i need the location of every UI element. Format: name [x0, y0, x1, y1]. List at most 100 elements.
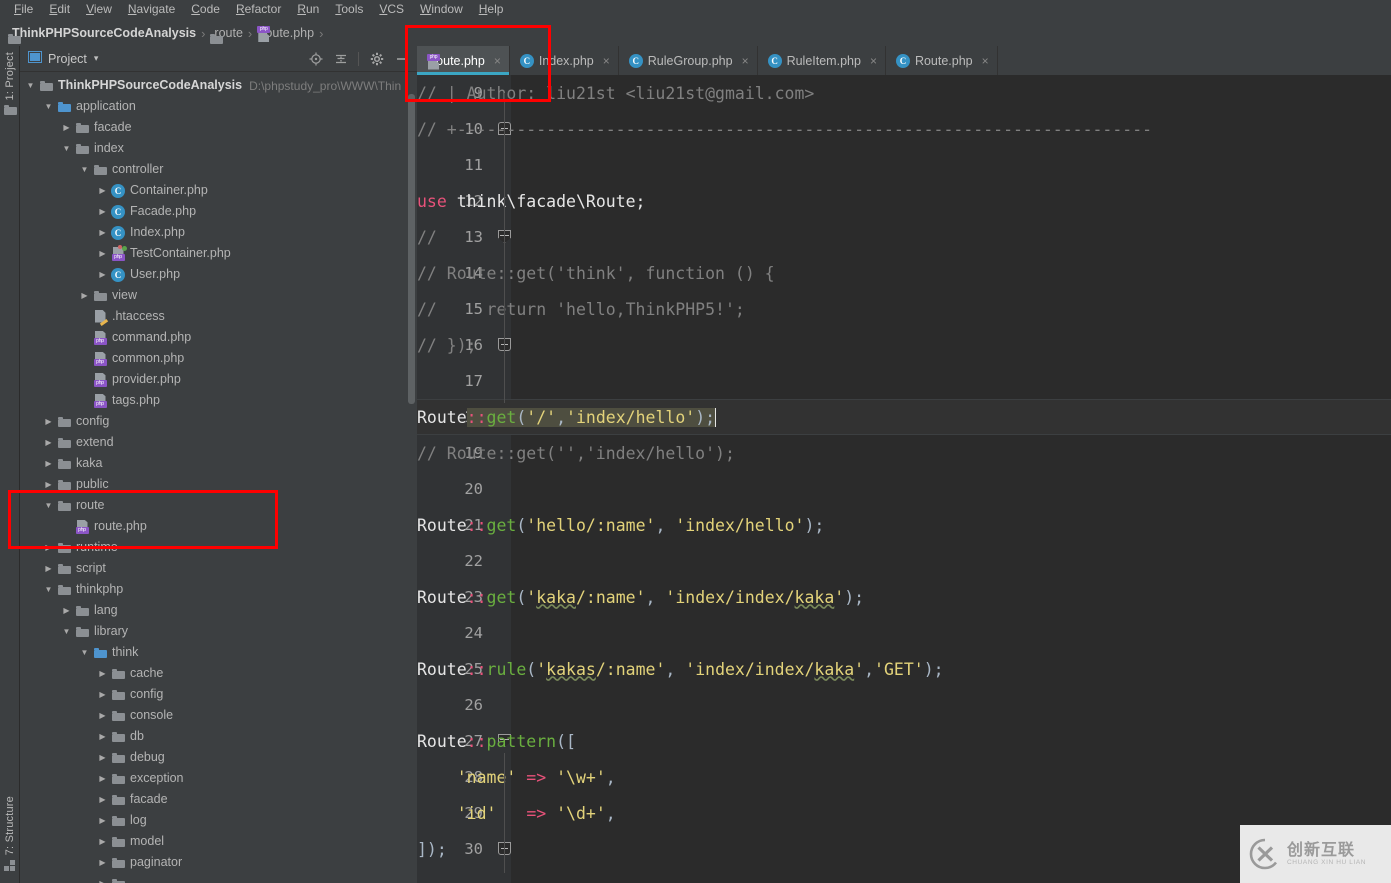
- tree-node-view[interactable]: ▶ view: [20, 285, 417, 306]
- tree-node-facade-php[interactable]: ▶ C Facade.php: [20, 201, 417, 222]
- chevron-right-icon[interactable]: ▶: [96, 711, 109, 720]
- chevron-right-icon[interactable]: ▶: [96, 270, 109, 279]
- chevron-down-icon[interactable]: ▼: [78, 648, 91, 657]
- menu-item-run[interactable]: Run: [289, 0, 327, 18]
- editor-tab-ruleitem-php[interactable]: C RuleItem.php ×: [758, 46, 886, 75]
- breadcrumb-file[interactable]: php route.php: [257, 26, 314, 42]
- tree-node-library[interactable]: ▼ library: [20, 621, 417, 642]
- project-tree[interactable]: ▼ ThinkPHPSourceCodeAnalysis D:\phpstudy_p…: [20, 73, 417, 883]
- editor-tab-route-php[interactable]: C Route.php ×: [886, 46, 998, 75]
- chevron-right-icon[interactable]: ▶: [96, 753, 109, 762]
- chevron-right-icon[interactable]: ▶: [96, 858, 109, 867]
- menu-item-file[interactable]: File: [6, 0, 41, 18]
- menu-item-code[interactable]: Code: [183, 0, 228, 18]
- code-line[interactable]: 21 Route::get('hello/:name', 'index/hello…: [417, 507, 1391, 543]
- tree-node-kaka[interactable]: ▶ kaka: [20, 453, 417, 474]
- menu-item-tools[interactable]: Tools: [327, 0, 371, 18]
- chevron-right-icon[interactable]: ▶: [42, 480, 55, 489]
- code-line[interactable]: 9// | Author: liu21st <liu21st@gmail.com…: [417, 75, 1391, 111]
- tree-node-think[interactable]: ▼ think: [20, 642, 417, 663]
- tree-node-route[interactable]: ▼ route: [20, 495, 417, 516]
- chevron-down-icon[interactable]: ▼: [42, 102, 55, 111]
- chevron-down-icon[interactable]: ▼: [42, 501, 55, 510]
- editor-tab-rulegroup-php[interactable]: C RuleGroup.php ×: [619, 46, 758, 75]
- code-line[interactable]: 15// return 'hello,ThinkPHP5!';: [417, 291, 1391, 327]
- tree-node-thinkphp[interactable]: ▼ thinkphp: [20, 579, 417, 600]
- code-line[interactable]: 23 Route::get('kaka/:name', 'index/index/…: [417, 579, 1391, 615]
- chevron-right-icon[interactable]: ▶: [60, 123, 73, 132]
- tree-node-tags-php[interactable]: php tags.php: [20, 390, 417, 411]
- code-line[interactable]: 24: [417, 615, 1391, 651]
- menu-item-help[interactable]: Help: [471, 0, 512, 18]
- locate-icon[interactable]: [308, 51, 323, 66]
- close-icon[interactable]: ×: [494, 54, 501, 68]
- code-line[interactable]: 13//: [417, 219, 1391, 255]
- chevron-right-icon[interactable]: ▶: [96, 228, 109, 237]
- chevron-right-icon[interactable]: ▶: [42, 543, 55, 552]
- tree-node-extend[interactable]: ▶ extend: [20, 432, 417, 453]
- chevron-right-icon[interactable]: ▶: [96, 837, 109, 846]
- tree-node-provider-php[interactable]: php provider.php: [20, 369, 417, 390]
- chevron-right-icon[interactable]: ▶: [42, 564, 55, 573]
- code-line[interactable]: 11: [417, 147, 1391, 183]
- close-icon[interactable]: ×: [603, 54, 610, 68]
- code-line[interactable]: 27 Route::pattern([: [417, 723, 1391, 759]
- chevron-down-icon[interactable]: ▼: [60, 144, 73, 153]
- project-tree-scrollbar[interactable]: [408, 94, 415, 404]
- code-lines[interactable]: 9// | Author: liu21st <liu21st@gmail.com…: [417, 75, 1391, 883]
- chevron-right-icon[interactable]: ▶: [96, 249, 109, 258]
- tree-node-console[interactable]: ▶ console: [20, 705, 417, 726]
- chevron-down-icon[interactable]: ▾: [94, 53, 99, 64]
- tree-node-model[interactable]: ▶ model: [20, 831, 417, 852]
- tree-node-user-php[interactable]: ▶ C User.php: [20, 264, 417, 285]
- chevron-down-icon[interactable]: ▼: [42, 585, 55, 594]
- code-line[interactable]: 22: [417, 543, 1391, 579]
- chevron-right-icon[interactable]: ▶: [96, 669, 109, 678]
- tree-node-command-php[interactable]: php command.php: [20, 327, 417, 348]
- tree-node-runtime[interactable]: ▶ runtime: [20, 537, 417, 558]
- code-line[interactable]: 12 use think\facade\Route;: [417, 183, 1391, 219]
- tree-node-application[interactable]: ▼ application: [20, 96, 417, 117]
- chevron-right-icon[interactable]: ▶: [96, 795, 109, 804]
- tree-node--htaccess[interactable]: .htaccess: [20, 306, 417, 327]
- breadcrumb-project[interactable]: ThinkPHPSourceCodeAnalysis: [8, 26, 196, 40]
- tree-node-paginator[interactable]: ▶ paginator: [20, 852, 417, 873]
- editor-tab-route-php[interactable]: php route.php ×: [417, 46, 510, 75]
- tree-node-index-php[interactable]: ▶ C Index.php: [20, 222, 417, 243]
- code-line[interactable]: 28 'name' => '\w+',: [417, 759, 1391, 795]
- code-line[interactable]: 19// Route::get('','index/hello');: [417, 435, 1391, 471]
- chevron-right-icon[interactable]: ▶: [78, 291, 91, 300]
- rail-button-project[interactable]: 1: Project: [0, 52, 20, 116]
- tree-node-thinkphpsourcecodeanalysis[interactable]: ▼ ThinkPHPSourceCodeAnalysis D:\phpstudy_p…: [20, 75, 417, 96]
- tree-node-public[interactable]: ▶ public: [20, 474, 417, 495]
- code-line[interactable]: 20: [417, 471, 1391, 507]
- tree-node-facade[interactable]: ▶ facade: [20, 117, 417, 138]
- tree-node-db[interactable]: ▶ db: [20, 726, 417, 747]
- editor-tab-index-php[interactable]: C Index.php ×: [510, 46, 619, 75]
- collapse-all-icon[interactable]: [333, 51, 348, 66]
- rail-button-structure[interactable]: 7: Structure: [0, 796, 20, 877]
- tree-node-debug[interactable]: ▶ debug: [20, 747, 417, 768]
- menu-item-view[interactable]: View: [78, 0, 120, 18]
- tree-node-script[interactable]: ▶ script: [20, 558, 417, 579]
- chevron-down-icon[interactable]: ▼: [60, 627, 73, 636]
- chevron-right-icon[interactable]: ▶: [96, 732, 109, 741]
- chevron-right-icon[interactable]: ▶: [96, 186, 109, 195]
- tree-node-config[interactable]: ▶ config: [20, 411, 417, 432]
- close-icon[interactable]: ×: [870, 54, 877, 68]
- tree-node-exception[interactable]: ▶ exception: [20, 768, 417, 789]
- tree-node-container-php[interactable]: ▶ C Container.php: [20, 180, 417, 201]
- menu-item-navigate[interactable]: Navigate: [120, 0, 183, 18]
- tree-node-controller[interactable]: ▼ controller: [20, 159, 417, 180]
- tree-node-blank[interactable]: ▶: [20, 873, 417, 883]
- chevron-right-icon[interactable]: ▶: [42, 438, 55, 447]
- chevron-right-icon[interactable]: ▶: [96, 690, 109, 699]
- code-line[interactable]: 17: [417, 363, 1391, 399]
- code-line[interactable]: 14// Route::get('think', function () {: [417, 255, 1391, 291]
- hide-window-icon[interactable]: [394, 51, 409, 66]
- code-line[interactable]: 26: [417, 687, 1391, 723]
- code-line[interactable]: 10// +----------------------------------…: [417, 111, 1391, 147]
- tree-node-common-php[interactable]: php common.php: [20, 348, 417, 369]
- code-line[interactable]: 18Route::get('/','index/hello');: [417, 399, 1391, 435]
- chevron-right-icon[interactable]: ▶: [96, 879, 109, 883]
